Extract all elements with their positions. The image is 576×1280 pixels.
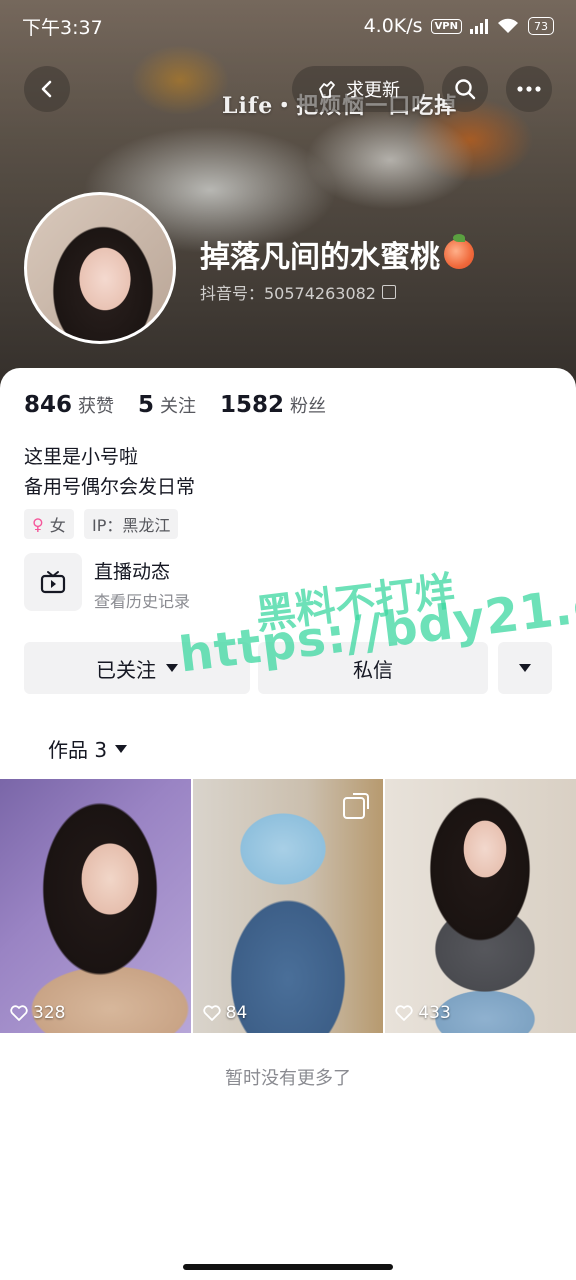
vpn-icon: VPN <box>430 18 462 34</box>
search-icon <box>455 79 476 100</box>
stat-followers[interactable]: 1582 粉丝 <box>220 392 326 418</box>
network-speed: 4.0K/s <box>363 15 423 37</box>
female-icon: ♀ <box>32 514 44 534</box>
ip-location-tag: IP：黑龙江 <box>84 509 179 539</box>
home-indicator[interactable] <box>183 1264 393 1270</box>
douyin-id[interactable]: 抖音号：50574263082 <box>200 280 396 304</box>
live-subtitle[interactable]: 查看历史记录 <box>94 588 190 612</box>
tv-icon <box>40 571 66 594</box>
recommend-expand-button[interactable] <box>498 642 552 694</box>
live-history-button[interactable] <box>24 553 82 611</box>
peach-emoji-icon <box>444 234 474 269</box>
caret-down-icon <box>115 744 128 753</box>
like-count: 84 <box>203 1003 248 1023</box>
video-thumbnail[interactable]: 328 <box>0 779 191 1033</box>
gender-text: 女 <box>49 516 66 535</box>
caret-down-icon <box>166 664 178 672</box>
like-count-text: 328 <box>33 1003 66 1023</box>
works-grid: 328 84 433 <box>0 779 576 1033</box>
nickname-text: 掉落凡间的水蜜桃 <box>200 240 440 275</box>
more-dots-icon <box>517 86 541 92</box>
request-update-label: 求更新 <box>346 80 400 101</box>
stat-value: 5 <box>138 392 155 418</box>
like-count: 433 <box>395 1003 451 1023</box>
bio-line: 这里是小号啦 <box>24 446 139 468</box>
request-update-button[interactable]: 求更新 <box>292 66 424 112</box>
like-count-text: 84 <box>225 1003 248 1023</box>
multi-image-icon <box>343 793 370 819</box>
stat-label: 关注 <box>160 396 197 417</box>
cellular-signal-icon <box>470 18 488 34</box>
back-button[interactable] <box>24 66 70 112</box>
copy-icon[interactable] <box>381 285 396 299</box>
stat-label: 粉丝 <box>290 396 327 417</box>
chevron-left-icon <box>41 80 52 98</box>
live-title[interactable]: 直播动态 <box>94 557 170 584</box>
like-count-text: 433 <box>418 1003 451 1023</box>
status-bar: 下午3:37 4.0K/s VPN 73 <box>0 0 576 52</box>
caret-down-icon <box>519 664 531 672</box>
stat-label: 获赞 <box>78 396 115 417</box>
battery-icon: 73 <box>528 17 554 35</box>
tab-works[interactable]: 作品 3 <box>48 734 128 763</box>
hand-point-icon <box>319 81 335 98</box>
avatar[interactable] <box>24 192 176 344</box>
stat-likes[interactable]: 846 获赞 <box>24 392 114 418</box>
profile-nickname: 掉落凡间的水蜜桃 <box>200 232 474 276</box>
profile-bio: 这里是小号啦 备用号偶尔会发日常 <box>24 442 195 502</box>
heart-icon <box>395 1005 413 1021</box>
status-time: 下午3:37 <box>22 16 103 39</box>
bio-line: 备用号偶尔会发日常 <box>24 476 196 498</box>
stat-following[interactable]: 5 关注 <box>138 392 196 418</box>
like-count: 328 <box>10 1003 65 1023</box>
following-label: 已关注 <box>96 657 156 682</box>
status-icons: 4.0K/s VPN 73 <box>364 15 554 37</box>
gender-tag: ♀ 女 <box>24 509 74 539</box>
video-thumbnail[interactable]: 84 <box>192 779 384 1033</box>
heart-icon <box>10 1005 28 1021</box>
stat-value: 1582 <box>220 392 285 418</box>
profile-stats: 846 获赞 5 关注 1582 粉丝 <box>24 392 326 418</box>
video-thumbnail[interactable]: 433 <box>385 779 576 1033</box>
search-button[interactable] <box>442 66 488 112</box>
heart-icon <box>203 1005 221 1021</box>
end-of-list-text: 暂时没有更多了 <box>225 1068 351 1089</box>
stat-value: 846 <box>24 392 73 418</box>
wifi-icon <box>498 18 518 33</box>
more-button[interactable] <box>506 66 552 112</box>
works-tab-label: 作品 3 <box>48 738 108 762</box>
douyin-id-text: 抖音号：50574263082 <box>200 284 376 303</box>
